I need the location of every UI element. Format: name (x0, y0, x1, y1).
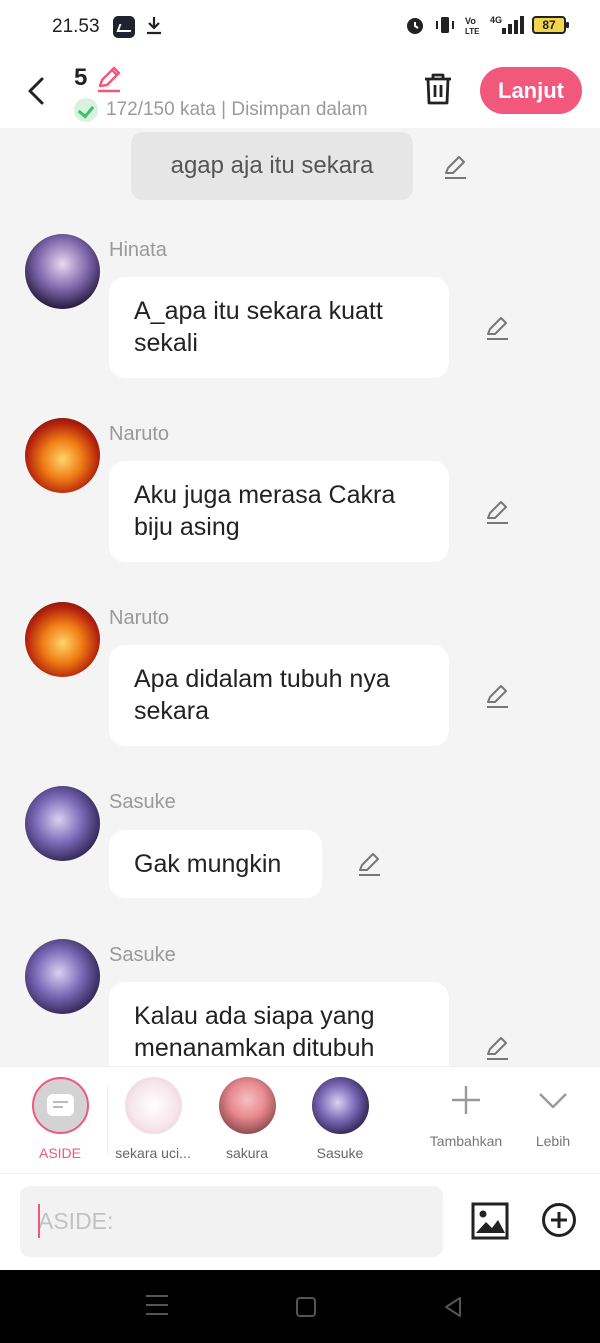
avatar (218, 1077, 276, 1134)
add-circle-icon[interactable] (541, 1202, 577, 1238)
avatar (311, 1077, 369, 1134)
chat-area[interactable]: agap aja itu sekara Hinata A_apa itu sek… (0, 128, 600, 1066)
svg-text:Vo: Vo (465, 16, 476, 26)
alarm-icon (407, 18, 423, 34)
status-time: 21.53 (52, 16, 100, 37)
episode-number: 5 (74, 64, 88, 91)
check-icon (74, 98, 98, 122)
edit-message-icon[interactable] (483, 682, 511, 710)
compose-area: ASIDE: (0, 1174, 600, 1270)
plus-icon (452, 1086, 480, 1114)
aside-bubble[interactable]: agap aja itu sekara (131, 132, 413, 200)
character-sakura[interactable]: sakura (202, 1077, 292, 1161)
app-notification-icon (113, 16, 135, 38)
character-sasuke[interactable]: Sasuke (295, 1077, 385, 1161)
character-name: Naruto (109, 423, 170, 445)
edit-message-icon[interactable] (483, 314, 511, 342)
avatar-naruto[interactable] (25, 418, 100, 493)
character-label: sakura (225, 1145, 269, 1161)
character-name: Sasuke (109, 791, 176, 813)
volte-icon: Vo LTE (465, 16, 480, 36)
edit-message-icon[interactable] (483, 498, 511, 526)
avatar-naruto[interactable] (25, 602, 100, 677)
message-bubble[interactable]: A_apa itu sekara kuatt sekali (109, 277, 449, 378)
message-input[interactable]: ASIDE: (20, 1186, 443, 1257)
menu-icon[interactable] (146, 1295, 168, 1315)
aside-avatar (31, 1077, 89, 1134)
aside-chat-icon (46, 1094, 74, 1116)
avatar-sasuke[interactable] (25, 939, 100, 1014)
character-sekara[interactable]: sekara uci... (108, 1077, 198, 1161)
download-icon (147, 17, 161, 35)
character-aside[interactable]: ASIDE (15, 1077, 105, 1161)
character-label: Sasuke (316, 1145, 364, 1161)
message-bubble[interactable]: Aku juga merasa Cakra biju asing (109, 461, 449, 562)
more-button[interactable]: Lebih (508, 1083, 598, 1149)
input-placeholder: ASIDE: (38, 1208, 114, 1234)
add-label: Tambahkan (429, 1133, 503, 1149)
svg-text:LTE: LTE (465, 27, 480, 36)
status-bar: 21.53 Vo LTE 4G 87 (0, 0, 600, 56)
edit-message-icon[interactable] (483, 1034, 511, 1062)
message-bubble[interactable]: Apa didalam tubuh nya sekara (109, 645, 449, 746)
message-bubble[interactable]: Kalau ada siapa yang menanamkan ditubuh (109, 982, 449, 1066)
signal-4g-icon: 4G (490, 15, 524, 34)
svg-text:4G: 4G (490, 15, 502, 25)
word-count-save-text: 172/150 kata | Disimpan dalam (106, 99, 368, 120)
character-label: sekara uci... (115, 1145, 191, 1161)
edit-aside-icon[interactable] (441, 153, 469, 181)
character-selector: ASIDE sekara uci... sakura Sasuke Tambah… (0, 1066, 600, 1174)
character-name: Sasuke (109, 944, 176, 966)
avatar-hinata[interactable] (25, 234, 100, 309)
delete-button[interactable] (420, 70, 456, 110)
add-character-button[interactable]: Tambahkan (421, 1083, 511, 1149)
more-label: Lebih (535, 1133, 571, 1149)
save-status: 172/150 kata | Disimpan dalam (74, 98, 368, 122)
avatar-sasuke[interactable] (25, 786, 100, 861)
chevron-down-icon (539, 1093, 567, 1109)
status-icons: Vo LTE 4G 87 (404, 14, 569, 36)
message-bubble[interactable]: Gak mungkin (109, 830, 322, 898)
home-icon[interactable] (296, 1297, 316, 1317)
system-nav-bar (0, 1270, 600, 1343)
image-icon[interactable] (470, 1201, 510, 1241)
avatar (124, 1077, 182, 1134)
back-button[interactable] (20, 70, 56, 110)
character-label: ASIDE (38, 1145, 81, 1161)
back-triangle-icon[interactable] (443, 1296, 463, 1318)
battery-icon: 87 (532, 16, 569, 34)
text-cursor (38, 1204, 40, 1238)
edit-episode-icon[interactable] (94, 64, 124, 94)
edit-message-icon[interactable] (355, 850, 383, 878)
editor-header: 5 172/150 kata | Disimpan dalam Lanjut (0, 56, 600, 128)
character-name: Hinata (109, 239, 167, 261)
vibrate-icon (436, 17, 454, 33)
next-button[interactable]: Lanjut (480, 67, 582, 114)
character-name: Naruto (109, 607, 170, 629)
